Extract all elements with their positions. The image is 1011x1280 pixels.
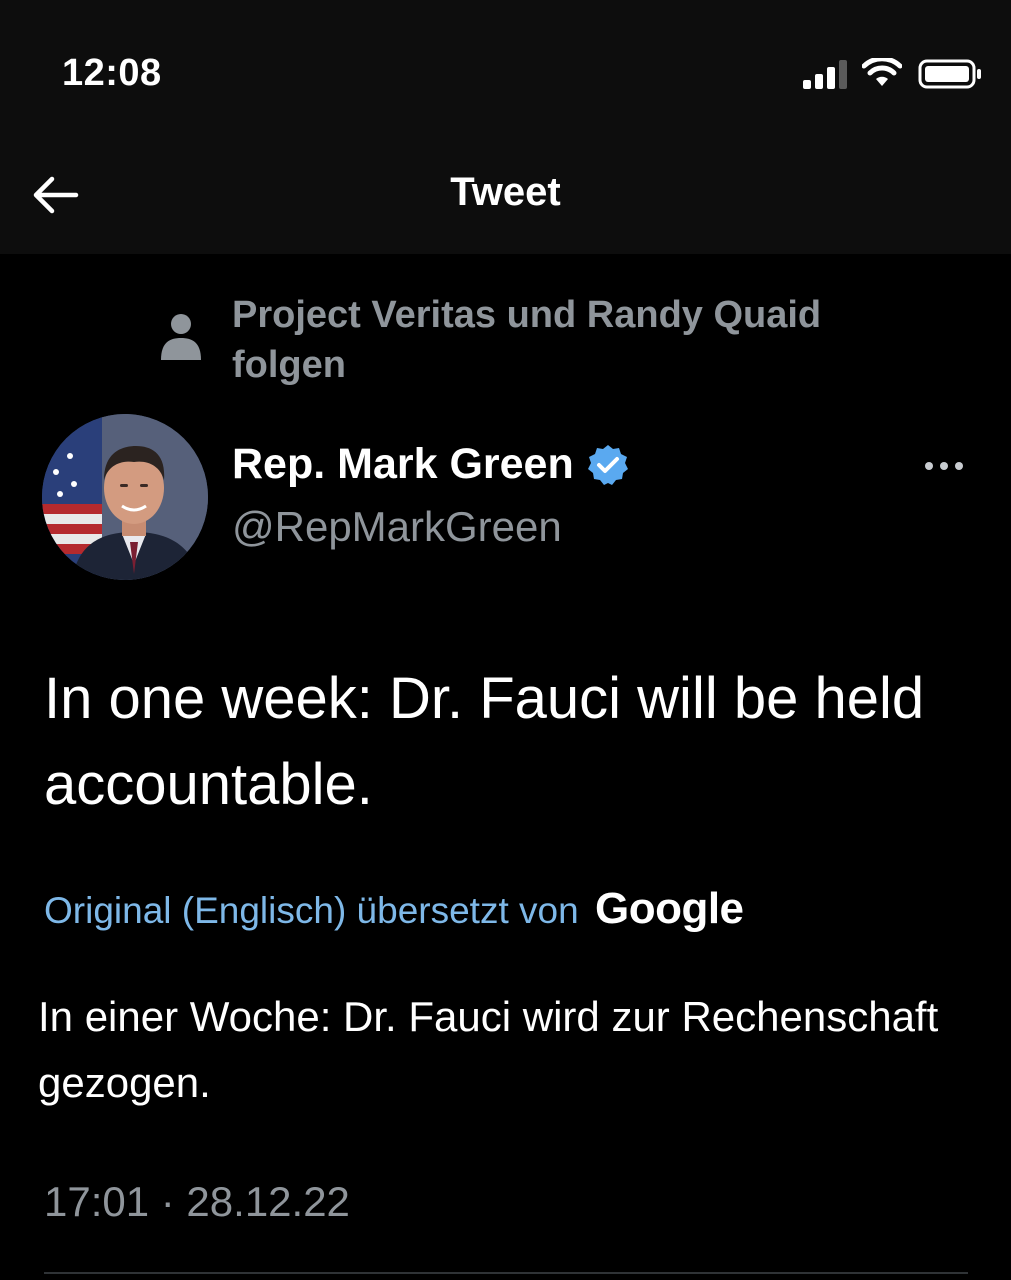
google-logo: Google bbox=[594, 884, 744, 933]
page-title: Tweet bbox=[450, 170, 561, 214]
tweet-text: In one week: Dr. Fauci will be held acco… bbox=[44, 666, 925, 817]
translation-attribution: Original (Englisch) übersetzt von Google bbox=[44, 884, 984, 934]
top-bar: 12:08 Tweet bbox=[0, 0, 1011, 254]
translation-link[interactable]: Original (Englisch) übersetzt von bbox=[44, 890, 579, 931]
tweet-timestamp[interactable]: 17:01 · 28.12.22 bbox=[44, 1178, 350, 1226]
battery-icon bbox=[918, 59, 981, 89]
cellular-signal-icon bbox=[803, 60, 847, 89]
author-name[interactable]: Rep. Mark Green bbox=[232, 440, 630, 489]
status-time: 12:08 bbox=[62, 52, 162, 94]
divider bbox=[44, 1272, 968, 1274]
author-handle[interactable]: @RepMarkGreen bbox=[232, 503, 562, 551]
more-options-button[interactable] bbox=[918, 446, 970, 486]
profile-photo bbox=[42, 414, 208, 580]
avatar[interactable] bbox=[42, 414, 208, 580]
person-icon bbox=[161, 314, 201, 360]
translated-text: In einer Woche: Dr. Fauci wird zur Reche… bbox=[38, 993, 939, 1106]
social-context-text: Project Veritas und Randy Quaid folgen bbox=[232, 294, 822, 386]
author-name-text: Rep. Mark Green bbox=[232, 440, 574, 488]
wifi-icon bbox=[862, 58, 902, 86]
more-dots-icon bbox=[925, 462, 963, 470]
verified-badge-icon bbox=[587, 444, 628, 485]
